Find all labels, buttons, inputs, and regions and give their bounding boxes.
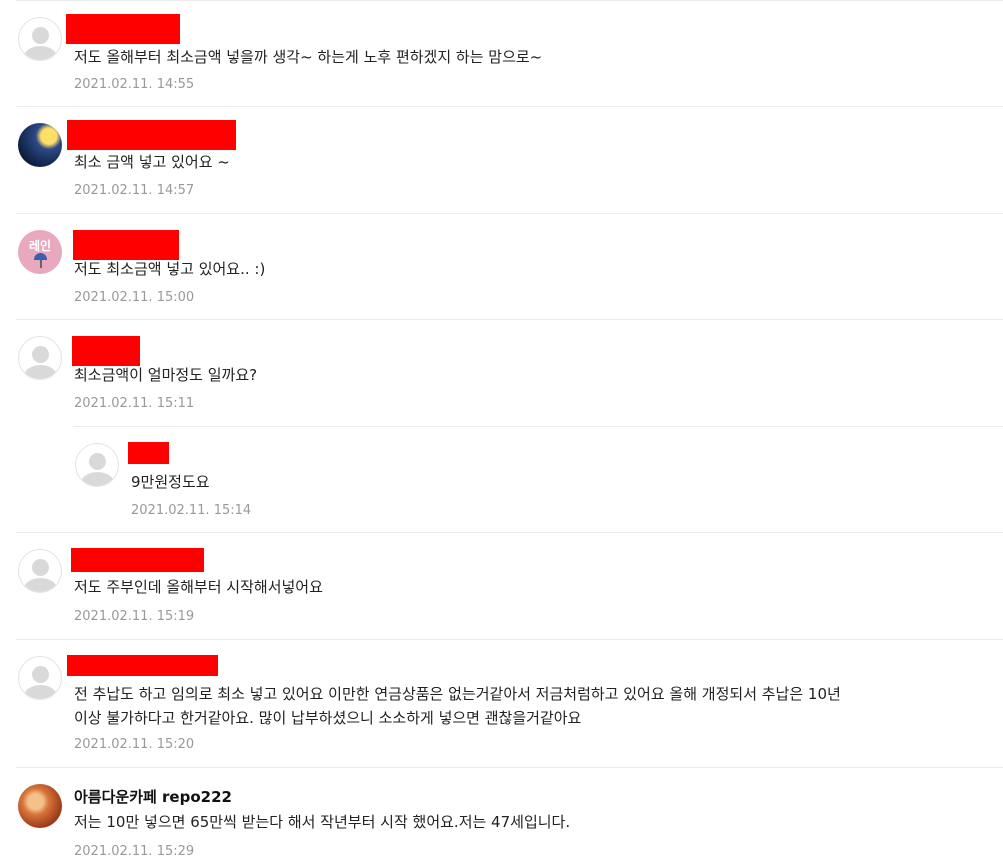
avatar[interactable]: 레인 <box>18 230 62 274</box>
comment-date: 2021.02.11. 15:20 <box>74 737 195 752</box>
redacted-author <box>66 14 180 44</box>
comment-date: 2021.02.11. 15:00 <box>74 290 195 305</box>
comment-item: 저도 올해부터 최소금액 넣을까 생각~ 하는게 노후 편하겠지 하는 맘으로~… <box>16 0 1003 107</box>
comment-date: 2021.02.11. 15:14 <box>131 503 252 518</box>
comment-item: 아름다운카페 repo222 저는 10만 넣으면 65만씩 받는다 해서 작년… <box>16 767 1003 865</box>
umbrella-icon <box>34 253 47 260</box>
avatar[interactable] <box>18 549 62 593</box>
comment-item: 레인 저도 최소금액 넣고 있어요.. :) 2021.02.11. 15:00 <box>16 213 1003 320</box>
avatar-text: 레인 <box>28 239 52 253</box>
avatar[interactable] <box>18 784 62 828</box>
avatar[interactable] <box>18 17 62 61</box>
redacted-author <box>67 655 218 676</box>
comment-date: 2021.02.11. 14:57 <box>74 183 195 198</box>
comment-text: 저도 최소금액 넣고 있어요.. :) <box>74 260 266 278</box>
avatar[interactable] <box>75 443 119 487</box>
comment-text: 저도 올해부터 최소금액 넣을까 생각~ 하는게 노후 편하겠지 하는 맘으로~ <box>74 48 543 66</box>
redacted-author <box>72 336 140 366</box>
comment-text: 최소 금액 넣고 있어요 ~ <box>74 153 230 171</box>
comment-text: 저도 주부인데 올해부터 시작해서넣어요 <box>74 578 323 596</box>
comment-item: 전 추납도 하고 임의로 최소 넣고 있어요 이만한 연금상품은 없는거같아서 … <box>16 639 1003 768</box>
comment-date: 2021.02.11. 14:55 <box>74 77 195 92</box>
redacted-author <box>71 548 204 572</box>
comment-item: 최소금액이 얼마정도 일까요? 2021.02.11. 15:11 <box>16 319 1003 427</box>
avatar[interactable] <box>18 336 62 380</box>
comment-date: 2021.02.11. 15:29 <box>74 844 195 859</box>
comment-item: 저도 주부인데 올해부터 시작해서넣어요 2021.02.11. 15:19 <box>16 532 1003 640</box>
comment-date: 2021.02.11. 15:19 <box>74 609 195 624</box>
comment-text: 저는 10만 넣으면 65만씩 받는다 해서 작년부터 시작 했어요.저는 47… <box>74 813 571 831</box>
comment-item: 최소 금액 넣고 있어요 ~ 2021.02.11. 14:57 <box>16 106 1003 214</box>
redacted-author <box>73 230 179 260</box>
umbrella-handle <box>40 260 42 268</box>
comment-text: 최소금액이 얼마정도 일까요? <box>74 366 258 384</box>
comment-text-line-2: 이상 불가하다고 한거같아요. 많이 납부하셨으니 소소하게 넣으면 괜찮을거같… <box>74 709 582 727</box>
comment-text: 9만원정도요 <box>131 473 210 491</box>
redacted-author <box>67 120 236 150</box>
avatar[interactable] <box>18 656 62 700</box>
comment-text-line-1: 전 추납도 하고 임의로 최소 넣고 있어요 이만한 연금상품은 없는거같아서 … <box>74 685 841 703</box>
redacted-author <box>128 442 169 464</box>
comment-date: 2021.02.11. 15:11 <box>74 396 195 411</box>
avatar[interactable] <box>18 123 62 167</box>
comment-author[interactable]: 아름다운카페 repo222 <box>74 786 232 807</box>
reply-item: 9만원정도요 2021.02.11. 15:14 <box>73 426 1003 533</box>
